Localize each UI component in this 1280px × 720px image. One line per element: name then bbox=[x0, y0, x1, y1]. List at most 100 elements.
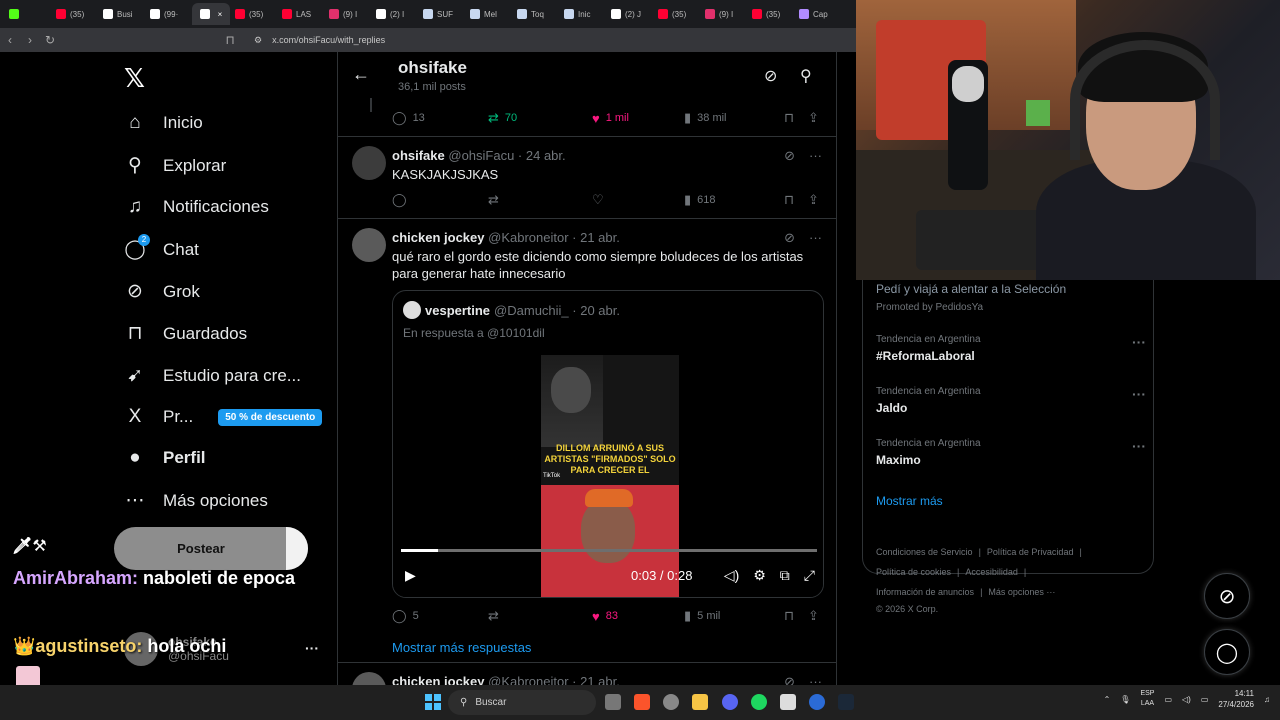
quoted-tweet[interactable]: vespertine @Damuchii_ · 20 abr. En respu… bbox=[392, 290, 824, 598]
nav-item[interactable]: ⋯ Más opciones bbox=[124, 489, 268, 512]
avatar[interactable] bbox=[352, 228, 386, 262]
trend-more-icon[interactable]: ··· bbox=[1132, 438, 1146, 454]
url-field[interactable]: ⚙ x.com/ohsiFacu/with_replies bbox=[254, 35, 385, 46]
author-name[interactable]: vespertine bbox=[425, 303, 490, 318]
brave-browser-icon[interactable] bbox=[634, 694, 650, 710]
nav-item[interactable]: ⌂ Inicio bbox=[124, 112, 202, 134]
spotify-icon[interactable] bbox=[751, 694, 767, 710]
settings-gear-icon[interactable]: ⚙ bbox=[753, 567, 766, 584]
footer-link[interactable]: Política de cookies bbox=[876, 567, 951, 577]
footer-link[interactable]: Información de anuncios bbox=[876, 587, 974, 597]
volume-icon[interactable]: ◁) bbox=[724, 567, 739, 584]
browser-tab[interactable]: (35) bbox=[653, 3, 700, 25]
network-icon[interactable]: ▭ bbox=[1164, 695, 1172, 704]
grok-fab-icon[interactable]: ⊘ bbox=[1204, 573, 1250, 619]
repost-button[interactable]: ⇄ bbox=[488, 608, 592, 624]
like-button[interactable]: ♡ bbox=[592, 192, 684, 208]
share-button[interactable]: ⇪ bbox=[808, 192, 819, 208]
browser-tab[interactable]: (99· bbox=[145, 3, 192, 25]
browser-tab[interactable]: Busi bbox=[98, 3, 145, 25]
more-icon[interactable]: ··· bbox=[809, 230, 822, 246]
author-name[interactable]: chicken jockey bbox=[392, 230, 485, 245]
nav-item[interactable]: ⚲ Explorar bbox=[124, 154, 226, 177]
trend-item[interactable]: Tendencia en Argentina #ReformaLaboral ··· bbox=[876, 334, 1146, 363]
author-name[interactable]: ohsifake bbox=[392, 148, 445, 163]
footer-link[interactable]: Condiciones de Servicio bbox=[876, 547, 973, 557]
bookmark-page-icon[interactable]: ⊓ bbox=[220, 33, 240, 47]
repost-button[interactable]: ⇄ 70 bbox=[488, 110, 592, 126]
reply-button[interactable]: ◯ 13 bbox=[392, 110, 488, 126]
show-more-replies-link[interactable]: Mostrar más respuestas bbox=[392, 640, 531, 655]
steam-icon[interactable] bbox=[838, 694, 854, 710]
reload-icon[interactable]: ↻ bbox=[40, 33, 60, 47]
file-explorer-icon[interactable] bbox=[692, 694, 708, 710]
trend-item[interactable]: Tendencia en Argentina Jaldo ··· bbox=[876, 386, 1146, 415]
video-player[interactable]: DILLOM ARRUINÓ A SUS ARTISTAS "FIRMADOS"… bbox=[393, 353, 823, 597]
browser-tab[interactable]: (2) J bbox=[606, 3, 653, 25]
search-icon[interactable]: ⚲ bbox=[800, 66, 812, 86]
avatar[interactable] bbox=[352, 672, 386, 685]
browser-tab[interactable]: Toq bbox=[512, 3, 559, 25]
nav-item[interactable]: ♫ Notificaciones bbox=[124, 196, 269, 218]
messages-fab-icon[interactable]: ◯ bbox=[1204, 629, 1250, 675]
back-arrow-icon[interactable]: ← bbox=[352, 64, 370, 85]
app-icon[interactable] bbox=[809, 694, 825, 710]
battery-icon[interactable]: ▭ bbox=[1201, 695, 1209, 704]
avatar[interactable] bbox=[352, 146, 386, 180]
x-logo-icon[interactable]: 𝕏 bbox=[124, 64, 145, 94]
like-button[interactable]: ♥ 83 bbox=[592, 609, 684, 624]
browser-tab[interactable]: (35) bbox=[51, 3, 98, 25]
pip-icon[interactable]: ⧉ bbox=[780, 567, 790, 584]
app-icon[interactable] bbox=[663, 694, 679, 710]
browser-tab[interactable]: (35) bbox=[747, 3, 794, 25]
account-more-icon[interactable]: ··· bbox=[305, 640, 319, 656]
bookmark-button[interactable]: ⊓ bbox=[784, 110, 808, 126]
like-button[interactable]: ♥ 1 mil bbox=[592, 111, 684, 126]
views-button[interactable]: ▮ 618 bbox=[684, 192, 784, 208]
share-button[interactable]: ⇪ bbox=[808, 608, 819, 624]
promoted-trend-title[interactable]: Pedí y viajá a alentar a la Selección bbox=[876, 282, 1066, 296]
reply-button[interactable]: ◯ bbox=[392, 192, 488, 208]
browser-tab[interactable]: SUF bbox=[418, 3, 465, 25]
site-info-icon[interactable]: ⚙ bbox=[254, 35, 262, 46]
fullscreen-icon[interactable]: ⤢ bbox=[804, 567, 815, 584]
windows-start-icon[interactable] bbox=[425, 694, 441, 710]
browser-tab[interactable]: (9) I bbox=[324, 3, 371, 25]
play-icon[interactable]: ▶ bbox=[405, 567, 416, 584]
taskbar-search[interactable]: ⚲ Buscar bbox=[448, 690, 596, 715]
grok-icon[interactable]: ⊘ bbox=[764, 66, 777, 86]
trend-item[interactable]: Tendencia en Argentina Maximo ··· bbox=[876, 438, 1146, 467]
nav-item[interactable]: X Pr... 50 % de descuento bbox=[124, 406, 323, 428]
grok-icon[interactable]: ⊘ bbox=[784, 230, 795, 246]
nav-item[interactable]: ◯ 2 Chat bbox=[124, 234, 199, 261]
more-icon[interactable]: ··· bbox=[809, 148, 822, 164]
notification-bell-icon[interactable]: ♫ bbox=[1264, 695, 1270, 704]
bookmark-button[interactable]: ⊓ bbox=[784, 192, 808, 208]
browser-tab[interactable]: LAS bbox=[277, 3, 324, 25]
nav-item[interactable]: ● Perfil bbox=[124, 447, 205, 469]
nav-item[interactable]: ⊓ Guardados bbox=[124, 322, 248, 345]
nav-item[interactable]: ➹ Estudio para cre... bbox=[124, 364, 301, 387]
browser-tab[interactable]: Inic bbox=[559, 3, 606, 25]
repost-button[interactable]: ⇄ bbox=[488, 192, 592, 208]
trend-more-icon[interactable]: ··· bbox=[1132, 386, 1146, 402]
footer-link[interactable]: Más opciones ··· bbox=[988, 587, 1055, 597]
clock[interactable]: 14:11 27/4/2026 bbox=[1218, 688, 1254, 710]
nav-item[interactable]: ⊘ Grok bbox=[124, 280, 200, 303]
video-progress-bar[interactable] bbox=[401, 549, 817, 552]
views-button[interactable]: ▮ 5 mil bbox=[684, 608, 784, 624]
browser-tab[interactable]: (9) I bbox=[700, 3, 747, 25]
more-icon[interactable]: ··· bbox=[809, 674, 822, 685]
views-button[interactable]: ▮ 38 mil bbox=[684, 110, 784, 126]
footer-link[interactable]: Política de Privacidad bbox=[987, 547, 1074, 557]
browser-tab[interactable]: Mel bbox=[465, 3, 512, 25]
language-indicator[interactable]: ESP LAA bbox=[1140, 689, 1154, 709]
discord-icon[interactable] bbox=[722, 694, 738, 710]
show-more-link[interactable]: Mostrar más bbox=[876, 494, 943, 508]
browser-tab[interactable]: × bbox=[192, 3, 230, 25]
task-view-icon[interactable] bbox=[605, 694, 621, 710]
reply-button[interactable]: ◯ 5 bbox=[392, 608, 488, 624]
grok-icon[interactable]: ⊘ bbox=[784, 148, 795, 164]
chevron-up-icon[interactable]: ⌃ bbox=[1104, 695, 1111, 704]
browser-tab[interactable] bbox=[4, 3, 51, 25]
